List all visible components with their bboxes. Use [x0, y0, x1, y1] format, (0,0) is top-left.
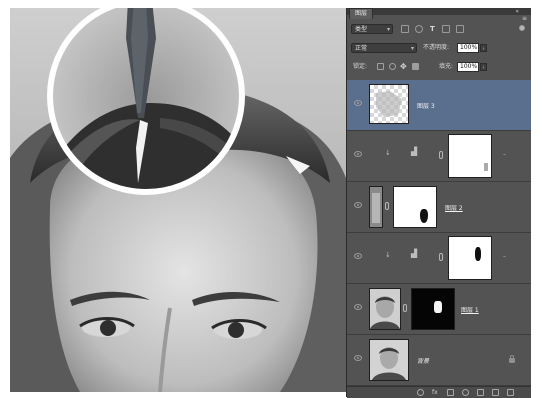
link-chain-icon[interactable]: [385, 202, 389, 210]
layer-name[interactable]: 图层 3: [417, 101, 435, 110]
layer-thumbnail: [369, 288, 401, 330]
collapse-icon[interactable]: «: [515, 8, 519, 15]
blend-row: 正常 ▾ 不透明度: 100% ›: [347, 41, 531, 55]
left-iris: [100, 320, 116, 336]
panel-title-bar: [347, 8, 531, 15]
blend-mode-select[interactable]: 正常 ▾: [351, 43, 417, 53]
visibility-eye-icon[interactable]: [354, 304, 362, 310]
filter-row: 类型 ▾ T: [347, 22, 531, 36]
type-filter-icon[interactable]: T: [430, 24, 435, 34]
filter-kind-label: 类型: [355, 26, 368, 33]
filter-toggle-icon[interactable]: [519, 25, 525, 31]
layer-thumbnail: [369, 339, 409, 381]
layer-row-3[interactable]: 图层 3: [347, 80, 531, 131]
clip-arrow-icon: ↓: [385, 149, 391, 157]
link-chain-icon[interactable]: [403, 304, 407, 312]
layer-row-2[interactable]: 图层 2: [347, 182, 531, 233]
lock-row: 锁定: ✥ 填充: 100% ›: [347, 60, 531, 74]
fx-indicator: –: [503, 151, 506, 158]
fill-slider-button[interactable]: ›: [480, 63, 487, 71]
add-mask-icon[interactable]: [447, 389, 454, 396]
layer-name[interactable]: 背景: [417, 356, 429, 365]
visibility-eye-icon[interactable]: [354, 253, 362, 259]
lock-icon: [509, 355, 515, 363]
right-iris: [228, 322, 244, 338]
layer-thumbnail: [369, 186, 383, 228]
tab-layers[interactable]: 图层: [349, 8, 374, 19]
fx-indicator: –: [503, 253, 506, 260]
layers-panel: 图层 « ≡ 类型 ▾ T 正常 ▾ 不透明度: 100% › 锁定: ✥ 填充…: [346, 8, 531, 398]
opacity-label: 不透明度:: [423, 44, 450, 51]
lock-transparent-icon[interactable]: [377, 63, 384, 70]
layer-name[interactable]: 图层 1: [461, 305, 479, 314]
link-chain-icon[interactable]: [439, 253, 443, 261]
visibility-eye-icon[interactable]: [354, 202, 362, 208]
chevron-down-icon: ▾: [410, 45, 414, 52]
mask-thumbnail[interactable]: [448, 236, 492, 280]
opacity-input[interactable]: 100%: [457, 43, 479, 53]
panel-bottom-bar: fx: [347, 386, 531, 398]
layer-thumbnail: [369, 84, 409, 124]
visibility-eye-icon[interactable]: [354, 151, 362, 157]
blend-mode-value: 正常: [355, 45, 368, 52]
new-group-icon[interactable]: [477, 389, 484, 396]
photo-canvas[interactable]: [10, 8, 346, 392]
portrait-preview: [370, 289, 400, 329]
fx-icon[interactable]: fx: [432, 389, 439, 396]
lock-label: 锁定:: [353, 63, 368, 70]
layer-row-levels-1[interactable]: ↓ ▟ –: [347, 131, 531, 182]
opacity-slider-button[interactable]: ›: [480, 44, 487, 52]
link-layers-icon[interactable]: [417, 389, 424, 396]
mask-thumbnail[interactable]: [411, 288, 455, 330]
adjustment-filter-icon[interactable]: [415, 25, 423, 33]
lock-all-icon[interactable]: [412, 63, 419, 70]
new-layer-icon[interactable]: [492, 389, 499, 396]
layer-content-preview: [376, 91, 402, 117]
lock-image-icon[interactable]: [389, 63, 396, 70]
visibility-eye-icon[interactable]: [354, 355, 362, 361]
chevron-down-icon: ▾: [386, 26, 390, 33]
mask-thumbnail[interactable]: [448, 134, 492, 178]
layer-row-background[interactable]: 背景: [347, 335, 531, 386]
portrait-preview: [370, 340, 408, 380]
fill-input[interactable]: 100%: [457, 62, 479, 72]
clip-arrow-icon: ↓: [385, 251, 391, 259]
layer-row-1[interactable]: 图层 1: [347, 284, 531, 335]
shape-filter-icon[interactable]: [442, 25, 450, 33]
smartobject-filter-icon[interactable]: [456, 25, 464, 33]
delete-icon[interactable]: [507, 389, 514, 396]
image-filter-icon[interactable]: [401, 25, 409, 33]
levels-icon: ▟: [411, 249, 418, 258]
layer-list: 图层 3 ↓ ▟ – 图层 2 ↓ ▟ – 图层 1 背景: [347, 80, 531, 386]
fill-label: 填充:: [439, 63, 454, 70]
mask-thumbnail[interactable]: [393, 186, 437, 228]
new-adjustment-icon[interactable]: [462, 389, 469, 396]
link-chain-icon[interactable]: [439, 151, 443, 159]
layer-row-levels-2[interactable]: ↓ ▟ –: [347, 233, 531, 284]
levels-icon: ▟: [411, 147, 418, 156]
lock-position-icon[interactable]: ✥: [400, 62, 407, 72]
filter-kind-select[interactable]: 类型 ▾: [351, 24, 393, 34]
layer-name[interactable]: 图层 2: [445, 203, 463, 212]
visibility-eye-icon[interactable]: [354, 100, 362, 106]
